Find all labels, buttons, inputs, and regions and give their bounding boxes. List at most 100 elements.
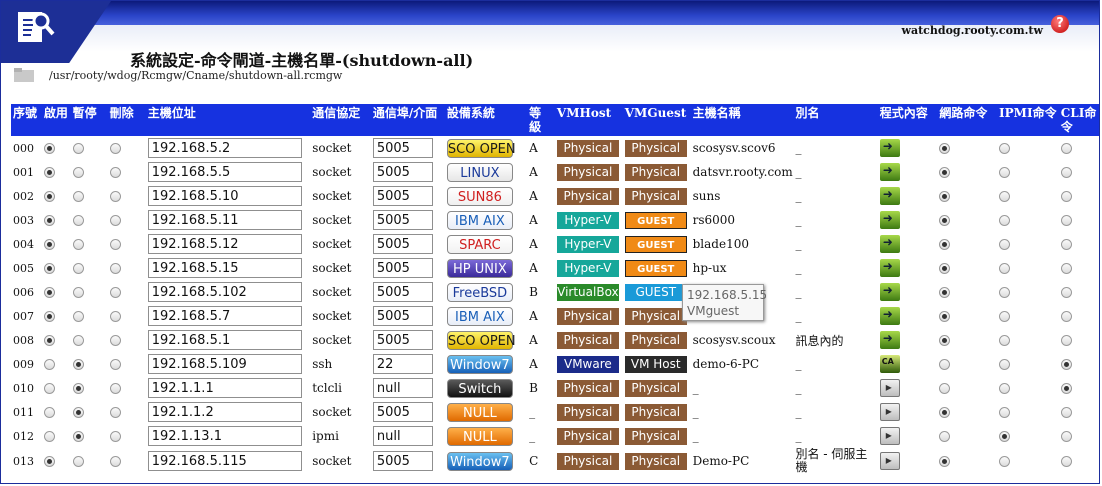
vmguest-badge[interactable]: GUEST bbox=[624, 211, 687, 229]
state-radio-enable[interactable] bbox=[43, 383, 55, 394]
state-radio-pause[interactable] bbox=[72, 311, 84, 322]
cmd-radio-ipmi[interactable] bbox=[999, 456, 1011, 467]
cmd-radio-net[interactable] bbox=[939, 407, 951, 418]
state-radio-delete[interactable] bbox=[109, 191, 121, 202]
host-address-input[interactable] bbox=[147, 234, 302, 254]
state-radio-enable[interactable] bbox=[43, 167, 55, 178]
program-icon[interactable] bbox=[879, 403, 900, 421]
cmd-radio-net[interactable] bbox=[939, 311, 951, 322]
state-radio-pause[interactable] bbox=[72, 239, 84, 250]
vmhost-badge[interactable]: Physical bbox=[556, 331, 619, 349]
vmguest-badge[interactable]: Physical bbox=[624, 163, 687, 181]
cmd-radio-cli[interactable] bbox=[1060, 311, 1072, 322]
cmd-radio-ipmi[interactable] bbox=[999, 167, 1011, 178]
cmd-radio-cli[interactable] bbox=[1060, 239, 1072, 250]
port-input[interactable] bbox=[372, 282, 433, 302]
state-radio-enable[interactable] bbox=[43, 191, 55, 202]
vmguest-badge[interactable]: Physical bbox=[624, 427, 687, 445]
program-icon[interactable] bbox=[879, 187, 900, 205]
port-input[interactable] bbox=[372, 258, 433, 278]
cmd-radio-ipmi[interactable] bbox=[999, 311, 1011, 322]
program-icon[interactable] bbox=[879, 307, 900, 325]
port-input[interactable] bbox=[372, 451, 433, 471]
os-badge[interactable]: SPARC bbox=[446, 234, 513, 254]
state-radio-enable[interactable] bbox=[43, 335, 55, 346]
program-icon[interactable] bbox=[879, 139, 900, 157]
vmhost-badge[interactable]: Physical bbox=[556, 452, 619, 470]
cmd-radio-net[interactable] bbox=[939, 215, 951, 226]
vmhost-badge[interactable]: Physical bbox=[556, 163, 619, 181]
state-radio-delete[interactable] bbox=[109, 407, 121, 418]
host-address-input[interactable] bbox=[147, 306, 302, 326]
cmd-radio-net[interactable] bbox=[939, 431, 951, 442]
program-icon[interactable] bbox=[879, 331, 900, 349]
state-radio-pause[interactable] bbox=[72, 456, 84, 467]
vmhost-badge[interactable]: Hyper-V bbox=[556, 235, 619, 253]
cmd-radio-ipmi[interactable] bbox=[999, 191, 1011, 202]
state-radio-delete[interactable] bbox=[109, 215, 121, 226]
state-radio-enable[interactable] bbox=[43, 456, 55, 467]
cmd-radio-cli[interactable] bbox=[1060, 431, 1072, 442]
document-search-icon[interactable] bbox=[15, 7, 55, 47]
cmd-radio-ipmi[interactable] bbox=[999, 359, 1011, 370]
vmguest-badge[interactable]: Physical bbox=[624, 452, 687, 470]
port-input[interactable] bbox=[372, 354, 433, 374]
state-radio-pause[interactable] bbox=[72, 191, 84, 202]
program-icon[interactable] bbox=[879, 259, 900, 277]
state-radio-enable[interactable] bbox=[43, 239, 55, 250]
cmd-radio-cli[interactable] bbox=[1060, 383, 1072, 394]
os-badge[interactable]: NULL bbox=[446, 426, 513, 446]
cmd-radio-net[interactable] bbox=[939, 239, 951, 250]
os-badge[interactable]: IBM AIX bbox=[446, 306, 513, 326]
state-radio-delete[interactable] bbox=[109, 335, 121, 346]
cmd-radio-net[interactable] bbox=[939, 191, 951, 202]
state-radio-delete[interactable] bbox=[109, 383, 121, 394]
port-input[interactable] bbox=[372, 426, 433, 446]
host-address-input[interactable] bbox=[147, 330, 302, 350]
state-radio-pause[interactable] bbox=[72, 143, 84, 154]
cmd-radio-cli[interactable] bbox=[1060, 335, 1072, 346]
program-icon[interactable] bbox=[879, 283, 900, 301]
program-icon[interactable] bbox=[879, 235, 900, 253]
state-radio-enable[interactable] bbox=[43, 311, 55, 322]
vmhost-badge[interactable]: Physical bbox=[556, 307, 619, 325]
state-radio-pause[interactable] bbox=[72, 335, 84, 346]
cmd-radio-cli[interactable] bbox=[1060, 191, 1072, 202]
vmhost-badge[interactable]: VMware bbox=[556, 355, 619, 373]
state-radio-pause[interactable] bbox=[72, 215, 84, 226]
vmguest-badge[interactable]: Physical bbox=[624, 187, 687, 205]
state-radio-pause[interactable] bbox=[72, 407, 84, 418]
host-address-input[interactable] bbox=[147, 378, 302, 398]
cmd-radio-net[interactable] bbox=[939, 143, 951, 154]
host-address-input[interactable] bbox=[147, 451, 302, 471]
vmhost-badge[interactable]: Hyper-V bbox=[556, 211, 619, 229]
state-radio-delete[interactable] bbox=[109, 456, 121, 467]
cmd-radio-net[interactable] bbox=[939, 456, 951, 467]
cmd-radio-cli[interactable] bbox=[1060, 263, 1072, 274]
cmd-radio-cli[interactable] bbox=[1060, 407, 1072, 418]
program-icon[interactable] bbox=[879, 163, 900, 181]
state-radio-pause[interactable] bbox=[72, 431, 84, 442]
cmd-radio-ipmi[interactable] bbox=[999, 407, 1011, 418]
state-radio-enable[interactable] bbox=[43, 215, 55, 226]
state-radio-delete[interactable] bbox=[109, 311, 121, 322]
state-radio-enable[interactable] bbox=[43, 287, 55, 298]
program-icon[interactable] bbox=[879, 427, 900, 445]
cmd-radio-ipmi[interactable] bbox=[999, 287, 1011, 298]
state-radio-pause[interactable] bbox=[72, 263, 84, 274]
state-radio-enable[interactable] bbox=[43, 263, 55, 274]
program-icon[interactable] bbox=[879, 211, 900, 229]
state-radio-pause[interactable] bbox=[72, 167, 84, 178]
state-radio-delete[interactable] bbox=[109, 167, 121, 178]
state-radio-enable[interactable] bbox=[43, 431, 55, 442]
port-input[interactable] bbox=[372, 330, 433, 350]
cmd-radio-net[interactable] bbox=[939, 287, 951, 298]
host-address-input[interactable] bbox=[147, 426, 302, 446]
state-radio-pause[interactable] bbox=[72, 287, 84, 298]
cmd-radio-ipmi[interactable] bbox=[999, 239, 1011, 250]
host-address-input[interactable] bbox=[147, 162, 302, 182]
os-badge[interactable]: SCO OPEN bbox=[446, 138, 516, 158]
cmd-radio-ipmi[interactable] bbox=[999, 143, 1011, 154]
state-radio-enable[interactable] bbox=[43, 143, 55, 154]
state-radio-pause[interactable] bbox=[72, 359, 84, 370]
